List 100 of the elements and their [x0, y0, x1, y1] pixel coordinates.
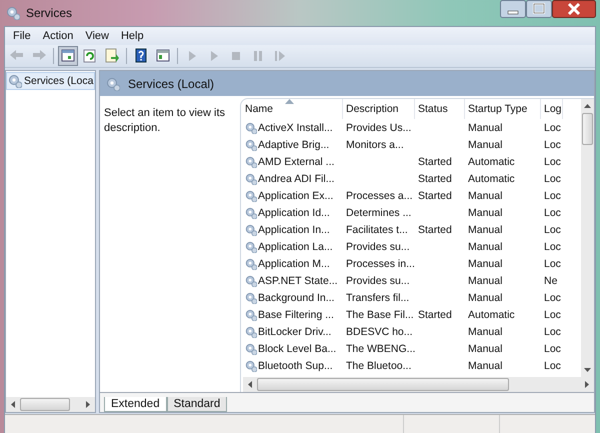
table-cell-text: Provides su...: [345, 240, 411, 252]
menu-item[interactable]: File: [7, 29, 37, 43]
service-icon: [245, 206, 257, 218]
table-cell-text: Manual: [467, 190, 504, 202]
table-cell-text: Manual: [467, 122, 504, 134]
table-cell-text: Provides su...: [345, 274, 411, 286]
service-icon: [245, 308, 257, 320]
window-pane-icon[interactable]: [155, 48, 171, 64]
scrollbar-thumb[interactable]: [257, 378, 509, 391]
table-cell-text: Processes a...: [345, 190, 414, 202]
service-icon: [245, 326, 257, 338]
table-cell-text: The WBENG...: [345, 342, 415, 354]
service-name[interactable]: Application In...: [258, 224, 330, 236]
table-cell-text: Loc: [543, 156, 562, 168]
maximize-button[interactable]: [526, 0, 552, 18]
service-name[interactable]: ASP.NET State...: [258, 274, 338, 286]
window-pane-icon[interactable]: [60, 48, 76, 64]
table-cell-text: Ne: [543, 274, 558, 286]
service-name[interactable]: Application M...: [258, 258, 330, 270]
table-cell-text: Determines ...: [345, 206, 412, 218]
table-cell-text: Loc: [543, 206, 562, 218]
refresh-icon[interactable]: [82, 48, 98, 64]
menu-item[interactable]: Help: [114, 29, 150, 43]
table-cell-text: Processes in...: [345, 258, 415, 270]
table-cell-text: Manual: [467, 240, 504, 252]
service-name[interactable]: Background In...: [258, 292, 334, 304]
table-cell-text: Loc: [543, 258, 562, 270]
tab[interactable]: Standard: [166, 397, 228, 412]
service-icon: [245, 172, 257, 184]
table-cell-text: Manual: [467, 206, 504, 218]
table-cell-text: Loc: [543, 308, 562, 320]
table-cell-text: Loc: [543, 122, 562, 134]
services-icon: [6, 6, 20, 20]
service-icon: [245, 224, 257, 236]
window-title: Services: [26, 6, 72, 20]
description-text: Select an item to view its description.: [103, 106, 226, 136]
sort-arrow-icon: [285, 99, 294, 104]
table-cell-text: Loc: [543, 360, 562, 372]
service-icon: [245, 258, 257, 270]
scrollbar-thumb[interactable]: [582, 113, 593, 145]
table-cell-text: Manual: [467, 258, 504, 270]
table-cell-text: Loc: [543, 224, 562, 236]
service-name[interactable]: BitLocker Driv...: [258, 326, 332, 338]
service-name[interactable]: Application Ex...: [258, 190, 334, 202]
service-icon: [245, 122, 257, 134]
table-cell-text: Loc: [543, 240, 562, 252]
table-cell-text: Loc: [543, 172, 562, 184]
export-list-icon[interactable]: [104, 48, 120, 64]
service-icon: [245, 274, 257, 286]
table-cell-text: Manual: [467, 326, 504, 338]
tab[interactable]: Extended: [104, 397, 167, 412]
table-cell-text: Manual: [467, 342, 504, 354]
table-cell-text: Manual: [467, 274, 504, 286]
table-cell-text: Automatic: [467, 156, 516, 168]
service-name[interactable]: Bluetooth Sup...: [258, 360, 333, 372]
service-name[interactable]: Base Filtering ...: [258, 308, 334, 320]
table-cell-text: Monitors a...: [345, 138, 405, 150]
table-cell-text: Manual: [467, 360, 504, 372]
scrollbar-thumb[interactable]: [20, 398, 70, 411]
services-icon: [106, 76, 120, 90]
column-header[interactable]: Startup Type: [465, 99, 541, 119]
table-cell-text: Manual: [467, 224, 504, 236]
table-cell-text: Manual: [467, 292, 504, 304]
service-name[interactable]: ActiveX Install...: [258, 122, 333, 134]
column-header[interactable]: Status: [415, 99, 465, 119]
table-cell-text: Loc: [543, 326, 562, 338]
table-cell-text: Manual: [467, 138, 504, 150]
service-icon: [245, 156, 257, 168]
service-name[interactable]: Block Level Ba...: [258, 342, 336, 354]
help-icon[interactable]: [133, 48, 149, 64]
table-cell-text: Started: [417, 308, 453, 320]
close-button[interactable]: [552, 0, 596, 18]
service-name[interactable]: Application Id...: [258, 206, 330, 218]
column-header[interactable]: Log: [541, 99, 563, 119]
table-cell-text: Loc: [543, 138, 562, 150]
service-icon: [245, 190, 257, 202]
minimize-button[interactable]: [500, 0, 526, 18]
column-header[interactable]: Description: [343, 99, 415, 119]
table-cell-text: Facilitates t...: [345, 224, 409, 236]
service-name[interactable]: Adaptive Brig...: [258, 138, 330, 150]
table-cell-text: Transfers fil...: [345, 292, 410, 304]
column-header[interactable]: Name: [243, 99, 343, 119]
table-cell-text: BDESVC ho...: [345, 326, 414, 338]
service-name[interactable]: AMD External ...: [258, 156, 334, 168]
pane-title: Services (Local): [128, 76, 214, 90]
tree-item[interactable]: Services (Loca: [6, 72, 96, 90]
service-icon: [245, 138, 257, 150]
services-icon: [8, 74, 22, 88]
service-icon: [245, 240, 257, 252]
menu-item[interactable]: Action: [36, 29, 80, 43]
table-cell-text: Started: [417, 172, 453, 184]
table-cell-text: Started: [417, 156, 453, 168]
table-cell-text: Loc: [543, 342, 562, 354]
table-cell-text: Loc: [543, 292, 562, 304]
service-name[interactable]: Application La...: [258, 240, 333, 252]
menu-item[interactable]: View: [79, 29, 115, 43]
service-name[interactable]: Andrea ADI Fil...: [258, 172, 334, 184]
service-icon: [245, 292, 257, 304]
table-cell-text: The Base Fil...: [345, 308, 415, 320]
service-icon: [245, 360, 257, 372]
